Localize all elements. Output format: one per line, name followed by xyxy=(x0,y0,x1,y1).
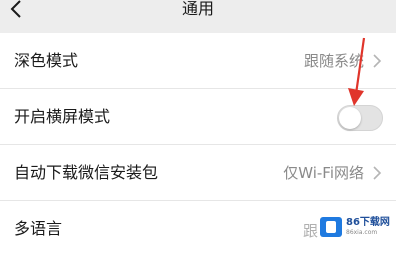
toggle-knob xyxy=(339,107,361,129)
chevron-right-icon xyxy=(373,166,382,180)
chevron-right-icon xyxy=(373,54,382,68)
setting-value: 跟 xyxy=(302,222,318,240)
watermark-url: 86xia.com xyxy=(346,229,378,236)
watermark-title: 86下载网 xyxy=(346,217,390,228)
setting-row-landscape-mode: 开启横屏模式 xyxy=(0,89,396,145)
setting-row-dark-mode[interactable]: 深色模式 跟随系统 xyxy=(0,33,396,89)
setting-value: 仅Wi-Fi网络 xyxy=(283,164,364,182)
navigation-bar: 通用 xyxy=(0,0,396,30)
page-title: 通用 xyxy=(181,0,214,18)
setting-label: 开启横屏模式 xyxy=(14,107,111,126)
watermark-logo-icon xyxy=(320,217,342,237)
setting-value: 跟随系统 xyxy=(303,52,364,70)
landscape-mode-toggle[interactable] xyxy=(337,105,383,131)
setting-label: 深色模式 xyxy=(14,51,79,70)
setting-label: 自动下载微信安装包 xyxy=(14,163,159,182)
watermark: 86下载网 86xia.com xyxy=(318,213,390,241)
setting-label: 多语言 xyxy=(14,219,63,238)
setting-row-auto-download[interactable]: 自动下载微信安装包 仅Wi-Fi网络 xyxy=(0,145,396,201)
